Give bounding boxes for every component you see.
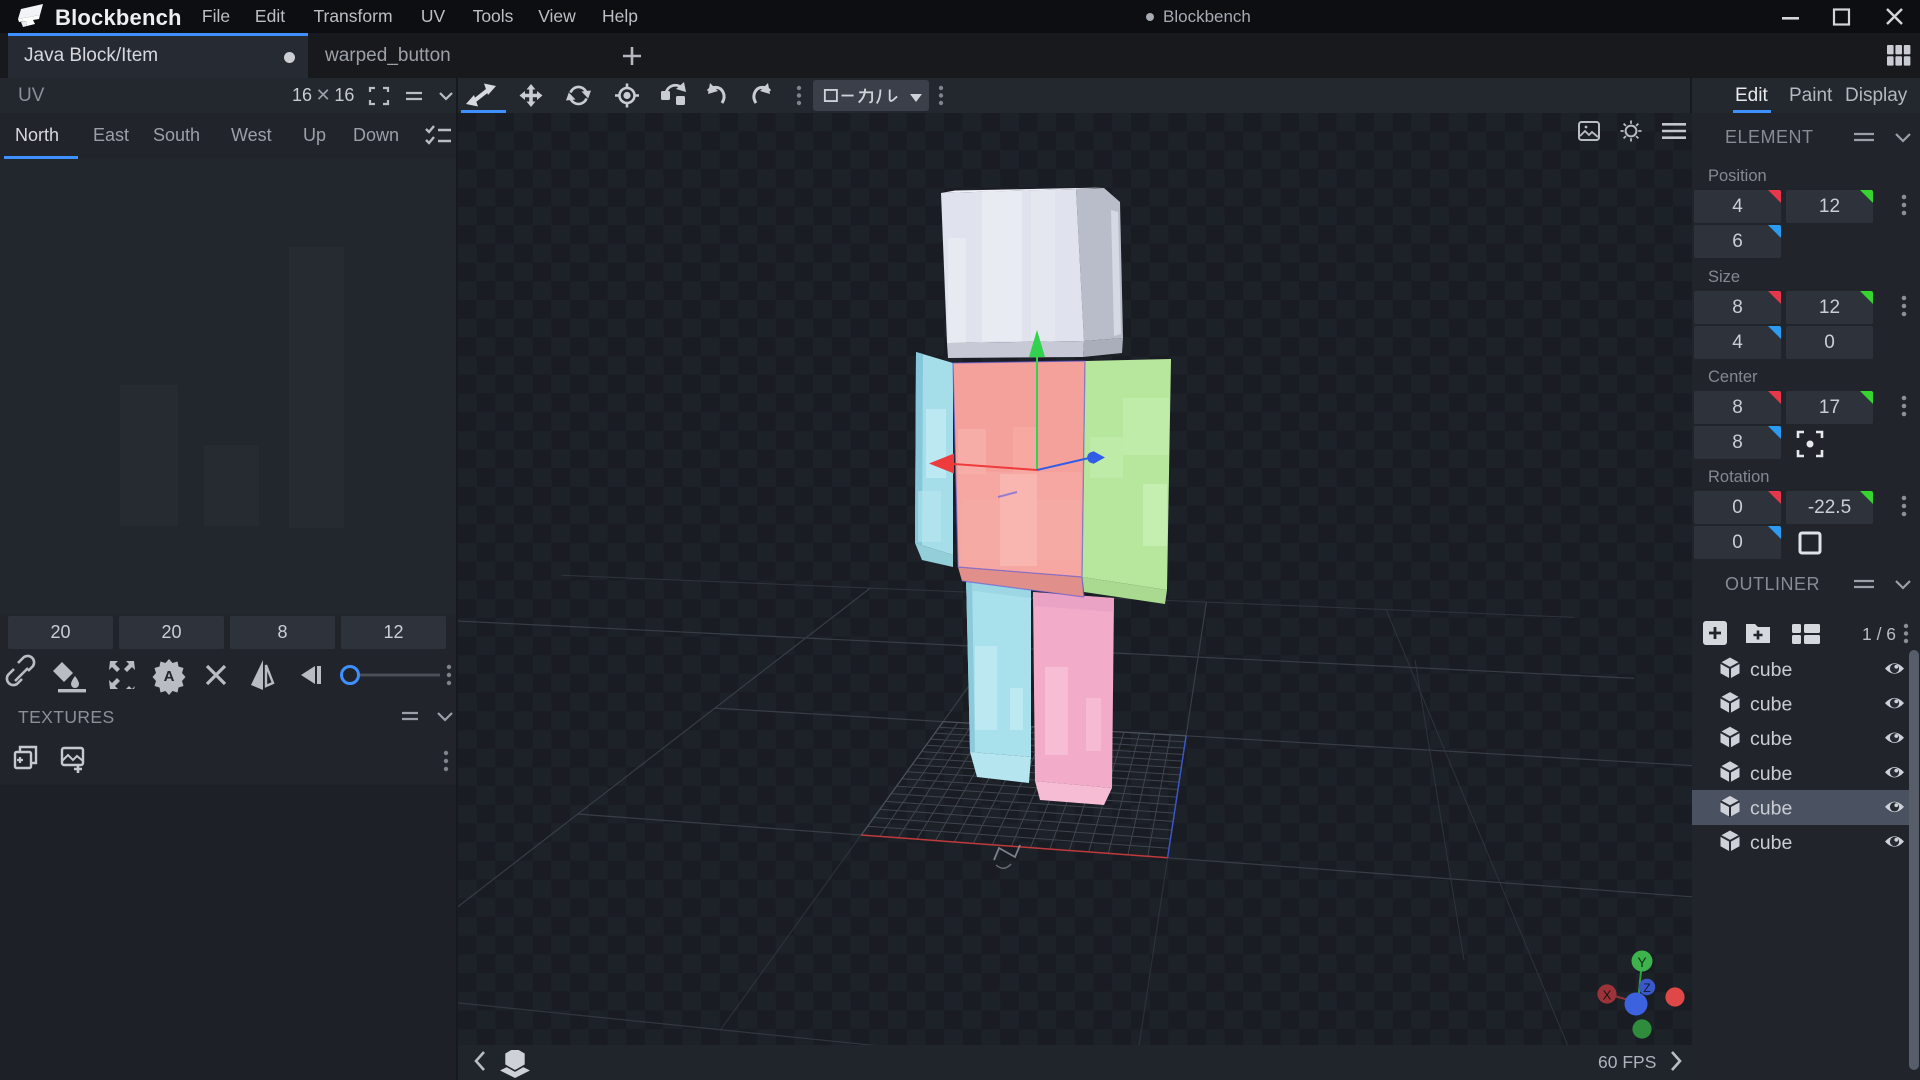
svg-text:cube: cube	[1750, 797, 1792, 819]
svg-text:cube: cube	[1750, 659, 1792, 681]
svg-text:1 / 6: 1 / 6	[1862, 624, 1896, 644]
svg-text:Z: Z	[1643, 981, 1650, 995]
svg-text:A: A	[164, 668, 175, 685]
svg-text:cube: cube	[1750, 832, 1792, 854]
svg-text:X: X	[1603, 988, 1612, 1003]
svg-text:cube: cube	[1750, 763, 1792, 785]
svg-text:Y: Y	[1637, 954, 1647, 970]
svg-text:cube: cube	[1750, 694, 1792, 716]
svg-text:cube: cube	[1750, 728, 1792, 750]
